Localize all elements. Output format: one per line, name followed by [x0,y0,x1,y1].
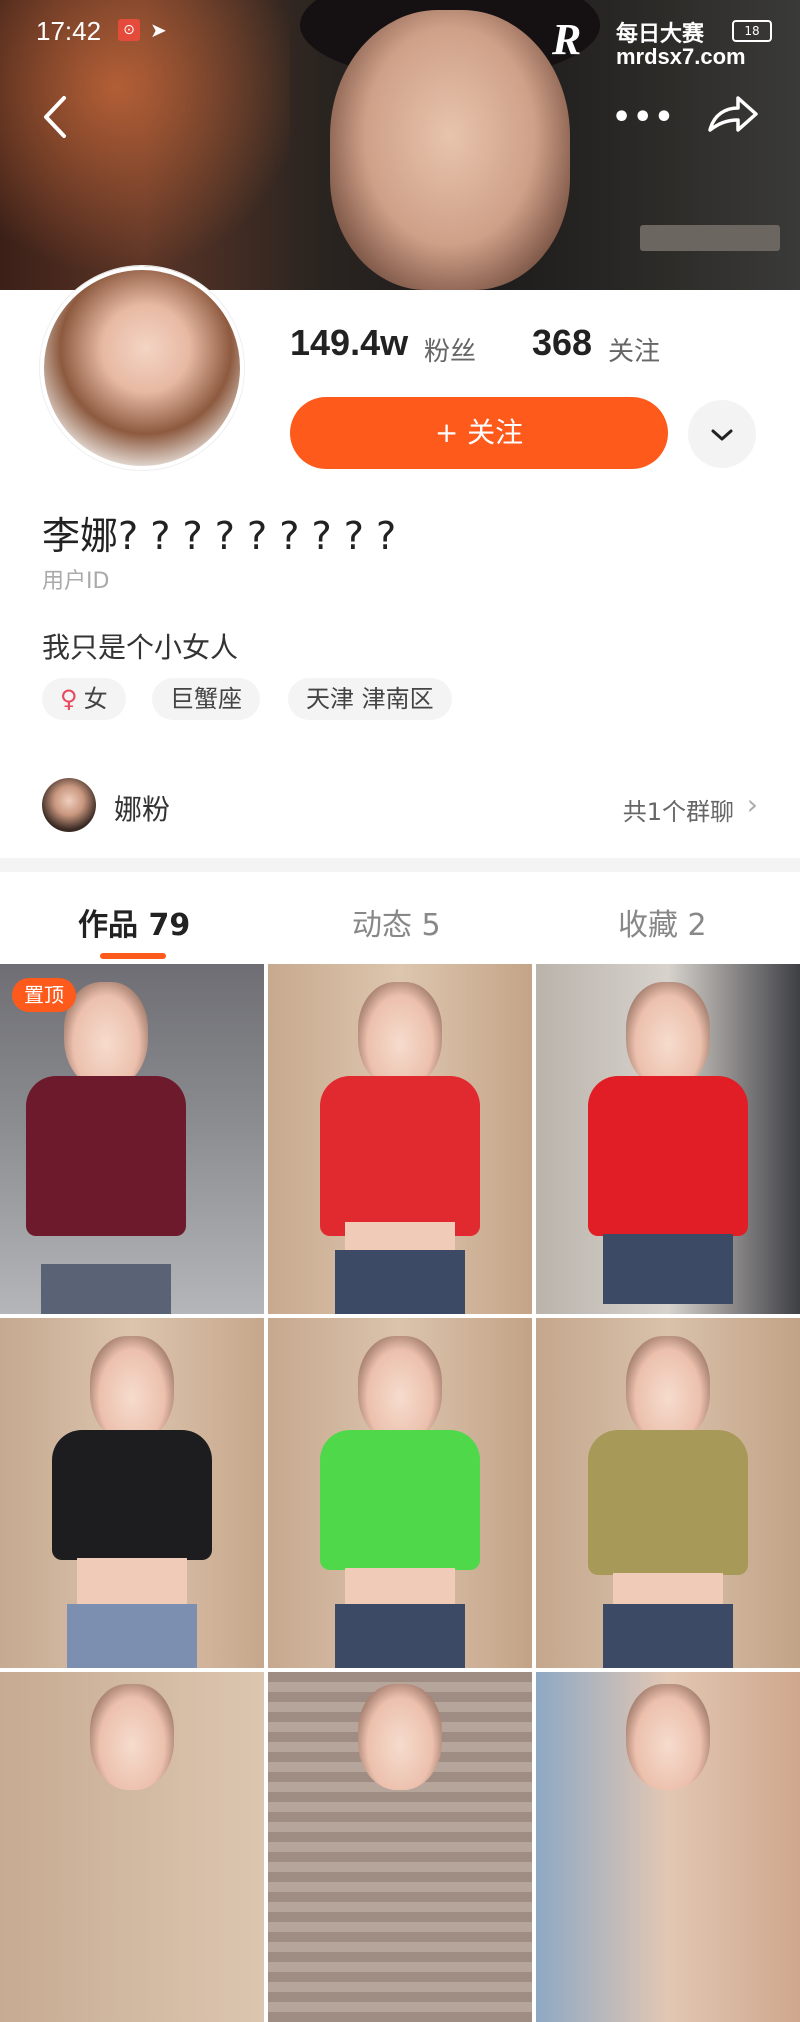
tab-moments[interactable]: 动态 5 [352,900,441,944]
profile-bio: 我只是个小女人 [42,631,239,664]
chevron-down-icon[interactable] [688,400,756,468]
navigation-icon: ➤ [150,18,167,42]
notification-icon: ⊙ [118,19,140,41]
group-avatar[interactable] [42,778,96,832]
grid-item[interactable] [536,964,800,1314]
status-time: 17:42 [36,16,102,46]
works-grid: 置顶 [0,964,800,2022]
female-icon: ♀ [60,685,78,713]
back-arrow-icon[interactable] [38,92,74,142]
battery-icon: 18 [732,20,772,42]
fans-count[interactable]: 149.4w [290,322,408,364]
grid-item[interactable] [536,1672,800,2022]
grid-item[interactable] [536,1318,800,1668]
grid-item[interactable] [268,964,532,1314]
grid-item[interactable] [0,1318,264,1668]
pinned-badge: 置顶 [12,978,76,1012]
active-tab-indicator [100,953,166,959]
tag-zodiac: 巨蟹座 [152,678,260,720]
chevron-right-icon[interactable]: › [747,788,758,821]
grid-item[interactable] [0,1672,264,2022]
tag-location: 天津 津南区 [288,678,452,720]
tab-favorites[interactable]: 收藏 2 [618,900,707,944]
grid-item[interactable] [268,1672,532,2022]
avatar[interactable] [40,266,244,470]
watermark-logo: R [552,15,582,64]
status-bar: 17:42 ⊙ ➤ R 每日大赛 mrdsx7.com 18 [0,0,800,69]
watermark-url: mrdsx7.com [616,44,746,69]
profile-name: 李娜? ? ? ? ? ? ? ? ? [42,514,397,558]
fans-label[interactable]: 粉丝 [424,331,476,368]
group-count[interactable]: 共1个群聊 [623,792,734,827]
more-dots-icon[interactable]: ••• [612,100,676,135]
tag-gender: ♀ 女 [42,678,126,720]
following-count[interactable]: 368 [532,322,592,364]
tag-zodiac-label: 巨蟹座 [170,685,242,713]
grid-item[interactable] [268,1318,532,1668]
share-icon[interactable] [704,94,760,138]
group-name[interactable]: 娜粉 [114,788,170,828]
tag-location-label: 天津 津南区 [306,685,434,713]
section-divider [0,858,800,872]
grid-item[interactable]: 置顶 [0,964,264,1314]
tag-gender-label: 女 [83,685,108,713]
following-label[interactable]: 关注 [608,331,660,368]
tab-works[interactable]: 作品 79 [78,900,190,944]
user-id[interactable]: 用户ID [42,563,109,595]
follow-button[interactable]: + 关注 [290,397,668,469]
